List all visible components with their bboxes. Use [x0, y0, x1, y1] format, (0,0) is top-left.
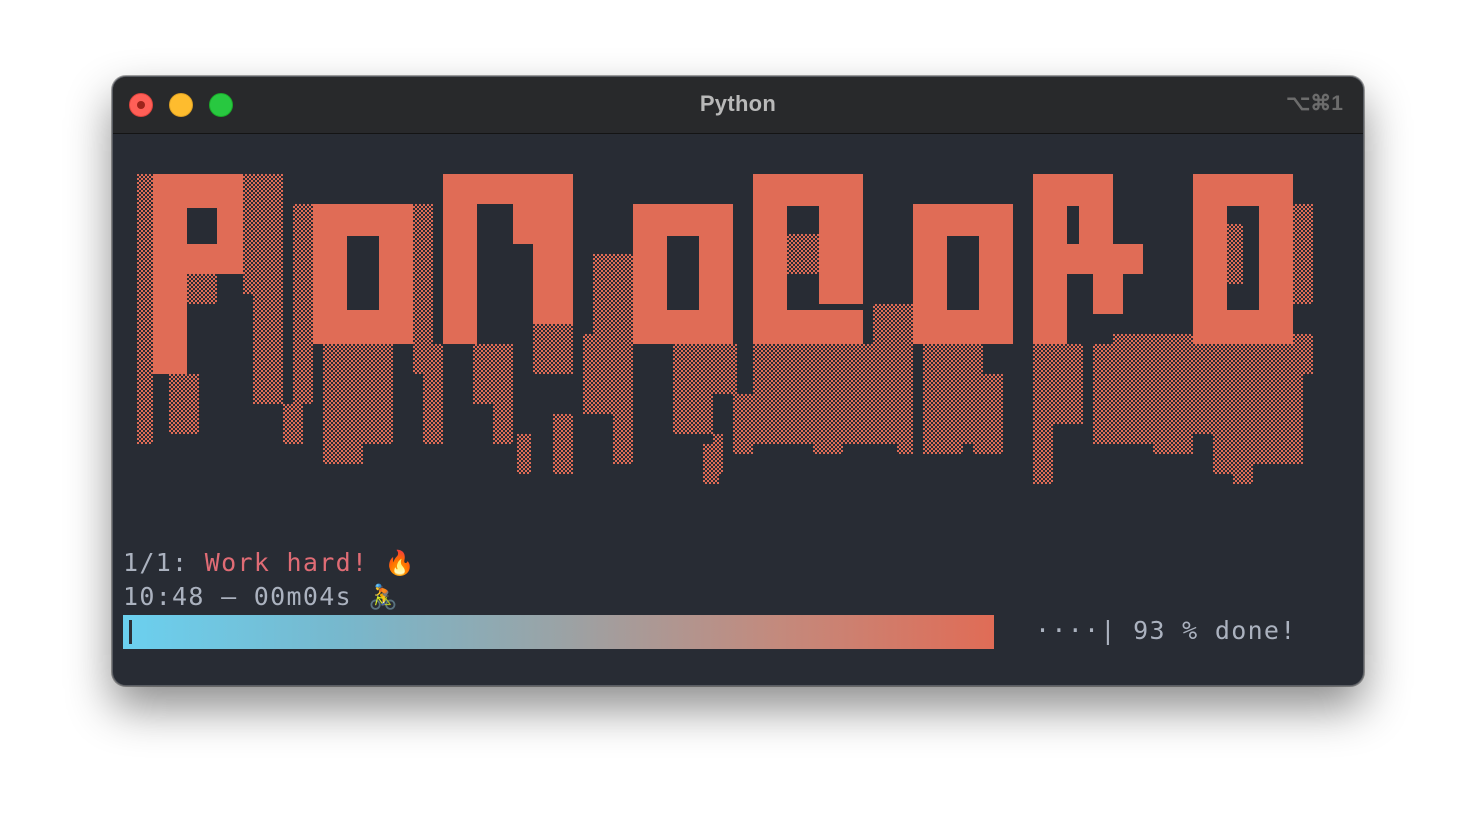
banner-block	[1093, 274, 1123, 314]
banner-drip	[713, 434, 723, 474]
banner-drip	[473, 344, 513, 404]
clock-line: 10:48 – 00m04s 🚴	[123, 582, 399, 611]
title-bar: Python ⌥⌘1	[113, 77, 1363, 134]
banner-block	[1193, 174, 1293, 206]
banner-drip	[1123, 374, 1153, 444]
pomodoro-ascii-banner	[137, 174, 1313, 484]
banner-drip	[283, 404, 303, 444]
banner-block	[513, 204, 533, 244]
progress-remaining: ····|	[1035, 616, 1117, 645]
banner-drip	[897, 394, 913, 454]
banner-drip	[323, 344, 363, 464]
banner-drip	[553, 414, 573, 474]
banner-block	[443, 174, 477, 344]
banner-block	[153, 174, 187, 374]
banner-drip	[613, 344, 633, 464]
banner-drip	[243, 174, 283, 294]
banner-drip	[733, 394, 753, 454]
banner-drip	[753, 344, 813, 444]
banner-drip	[517, 434, 531, 474]
banner-drip	[993, 204, 1013, 344]
banner-drip	[1293, 204, 1313, 304]
banner-drip	[713, 344, 737, 394]
progress-label: 93 % done!	[1133, 616, 1297, 645]
banner-block	[787, 310, 863, 344]
banner-drip	[593, 254, 633, 354]
status-message: Work hard!	[204, 548, 369, 577]
banner-block	[187, 244, 243, 274]
terminal-window: Python ⌥⌘1 1/1: Work hard! 🔥 10:48 – 00m…	[112, 76, 1364, 686]
banner-drip	[1033, 394, 1053, 484]
progress-tail: ····| 93 % done!	[1035, 616, 1297, 645]
terminal-output[interactable]: 1/1: Work hard! 🔥 10:48 – 00m04s 🚴 ····|…	[113, 134, 1363, 685]
banner-block	[633, 310, 733, 344]
banner-drip	[1163, 374, 1179, 414]
banner-drip	[253, 294, 283, 404]
banner-drip	[169, 374, 199, 434]
banner-drip	[673, 344, 713, 434]
banner-block	[1193, 310, 1293, 344]
window-title: Python	[699, 91, 777, 116]
banner-drip	[427, 374, 439, 444]
window-shortcut: ⌥⌘1	[1286, 92, 1343, 115]
banner-drip	[1213, 224, 1243, 284]
cyclist-icon: 🚴	[368, 583, 400, 611]
text-cursor	[129, 620, 132, 644]
banner-drip	[533, 324, 573, 374]
banner-drip	[843, 344, 873, 444]
banner-block	[1053, 244, 1143, 274]
banner-drip	[973, 374, 1003, 454]
fire-icon: 🔥	[384, 549, 416, 577]
clock-readout: 10:48 – 00m04s	[123, 582, 352, 611]
banner-drip	[293, 204, 313, 404]
banner-block	[1079, 174, 1113, 244]
banner-block	[313, 310, 413, 344]
banner-drip	[763, 234, 843, 274]
banner-drip	[363, 344, 393, 444]
banner-drip	[823, 394, 843, 454]
banner-drip	[137, 174, 153, 444]
banner-block	[533, 174, 573, 324]
progress-bar	[123, 615, 994, 649]
banner-drip	[1283, 334, 1313, 374]
banner-drip	[187, 274, 217, 304]
status-line: 1/1: Work hard! 🔥	[123, 548, 416, 577]
banner-drip	[493, 404, 513, 444]
pomodoro-counter: 1/1:	[123, 548, 189, 577]
